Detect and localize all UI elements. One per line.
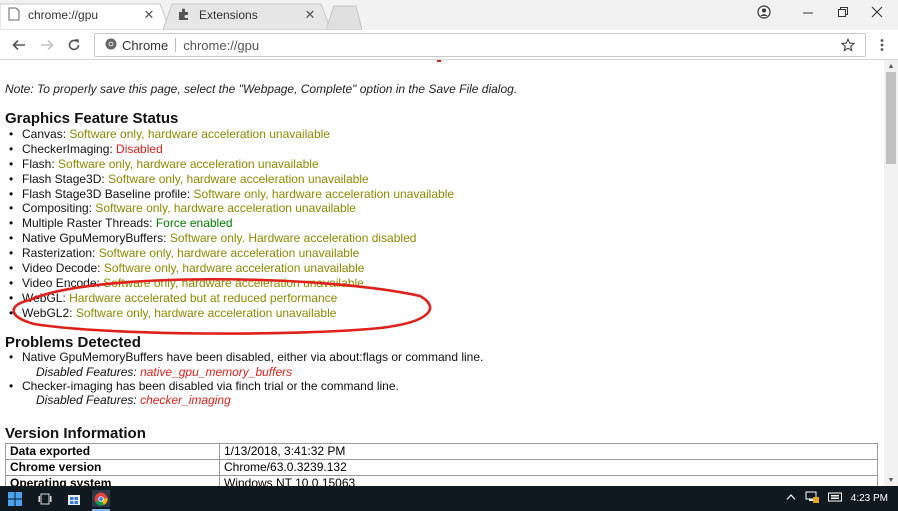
- list-item: Native GpuMemoryBuffers: Software only. …: [9, 231, 454, 246]
- scrollbar-thumb[interactable]: [886, 72, 896, 164]
- version-heading: Version Information: [5, 425, 146, 442]
- url-text[interactable]: chrome://gpu: [183, 38, 259, 53]
- list-item: Flash Stage3D Baseline profile: Software…: [9, 187, 454, 202]
- address-bar[interactable]: Chrome chrome://gpu: [94, 33, 866, 57]
- tab-strip: chrome://gpu ✕ Extensions ✕: [0, 0, 898, 30]
- clock-time[interactable]: 4:23 PM: [851, 493, 888, 504]
- list-item: WebGL: Hardware accelerated but at reduc…: [9, 291, 454, 306]
- close-icon[interactable]: ✕: [303, 7, 317, 22]
- list-item: CheckerImaging: Disabled: [9, 142, 454, 157]
- new-tab-button[interactable]: [326, 4, 362, 30]
- table-row: Chrome version Chrome/63.0.3239.132: [5, 459, 878, 476]
- disabled-features-line: Disabled Features: checker_imaging: [36, 393, 231, 408]
- list-item: Canvas: Software only, hardware accelera…: [9, 127, 454, 142]
- keyboard-icon[interactable]: [827, 492, 842, 505]
- profile-icon[interactable]: [743, 0, 785, 24]
- puzzle-icon: [177, 7, 191, 24]
- list-item: Rasterization: Software only, hardware a…: [9, 246, 454, 261]
- tab-extensions[interactable]: Extensions ✕: [163, 0, 331, 30]
- tab-gpu[interactable]: chrome://gpu ✕: [0, 0, 170, 30]
- store-icon[interactable]: [65, 490, 83, 507]
- forward-arrow-icon[interactable]: [37, 35, 57, 55]
- tab-title: chrome://gpu: [28, 8, 99, 22]
- list-item: Multiple Raster Threads: Force enabled: [9, 216, 454, 231]
- feature-status-list: Canvas: Software only, hardware accelera…: [9, 127, 454, 321]
- chrome-taskbar-icon[interactable]: [92, 490, 110, 511]
- system-tray: 4:23 PM: [786, 486, 888, 511]
- omnibox-divider: [175, 38, 177, 52]
- task-view-icon[interactable]: [36, 490, 54, 507]
- list-item: Video Encode: Software only, hardware ac…: [9, 276, 454, 291]
- reload-icon[interactable]: [64, 35, 84, 55]
- scroll-down-arrow-icon[interactable]: ▼: [884, 474, 898, 486]
- disabled-feature-link: checker_imaging: [140, 393, 231, 408]
- clipped-text-fragment: [437, 60, 441, 62]
- list-item: Compositing: Software only, hardware acc…: [9, 201, 454, 216]
- list-item: WebGL2: Software only, hardware accelera…: [9, 306, 454, 321]
- close-icon[interactable]: ✕: [142, 7, 156, 22]
- bookmark-star-icon[interactable]: [838, 35, 858, 55]
- list-item: Native GpuMemoryBuffers have been disabl…: [9, 350, 483, 365]
- version-table: Data exported 1/13/2018, 3:41:32 PM Chrom…: [5, 443, 878, 486]
- site-chip-label: Chrome: [122, 37, 169, 53]
- disabled-feature-link: native_gpu_memory_buffers: [140, 364, 293, 379]
- close-window-button[interactable]: [856, 0, 898, 24]
- windows-start-icon[interactable]: [6, 490, 24, 507]
- page-content: Note: To properly save this page, select…: [0, 60, 884, 486]
- site-chip[interactable]: Chrome: [95, 38, 168, 53]
- list-item: Video Decode: Software only, hardware ac…: [9, 261, 454, 276]
- menu-dots-icon[interactable]: [872, 35, 892, 55]
- disabled-features-line: Disabled Features: native_gpu_memory_buf…: [36, 364, 293, 379]
- vertical-scrollbar[interactable]: ▲ ▼: [884, 60, 898, 486]
- problems-heading: Problems Detected: [5, 334, 141, 351]
- network-icon[interactable]: [805, 491, 819, 506]
- browser-toolbar: Chrome chrome://gpu: [0, 30, 898, 60]
- back-arrow-icon[interactable]: [9, 35, 29, 55]
- list-item: Flash: Software only, hardware accelerat…: [9, 157, 454, 172]
- list-item: Flash Stage3D: Software only, hardware a…: [9, 172, 454, 187]
- windows-taskbar: 4:23 PM: [0, 486, 898, 511]
- feature-status-heading: Graphics Feature Status: [5, 110, 179, 127]
- table-row: Operating system Windows NT 10.0.15063: [5, 475, 878, 486]
- problems-list: Native GpuMemoryBuffers have been disabl…: [9, 350, 483, 408]
- save-note: Note: To properly save this page, select…: [5, 82, 518, 96]
- tab-title: Extensions: [199, 8, 258, 22]
- page-icon: [8, 7, 20, 24]
- chevron-up-icon[interactable]: [786, 493, 796, 504]
- list-item: Checker-imaging has been disabled via fi…: [9, 379, 483, 394]
- table-row: Data exported 1/13/2018, 3:41:32 PM: [5, 443, 878, 460]
- chrome-icon: [105, 38, 117, 53]
- scroll-up-arrow-icon[interactable]: ▲: [884, 60, 898, 72]
